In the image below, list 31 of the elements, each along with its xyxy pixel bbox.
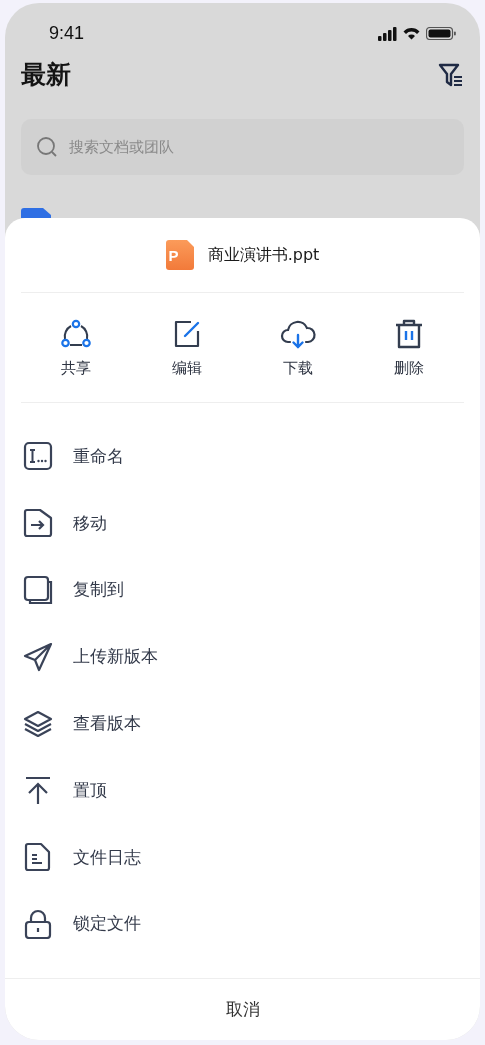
cancel-button[interactable]: 取消: [5, 978, 480, 1040]
copy-icon: [23, 575, 53, 605]
menu-item[interactable]: 移动: [21, 489, 464, 557]
menu-item[interactable]: 复制到: [21, 556, 464, 624]
presentation-file-icon: [165, 240, 194, 270]
action-button[interactable]: 共享: [36, 317, 117, 378]
menu-item[interactable]: 查看版本: [21, 690, 464, 757]
pin-to-top-icon: [23, 775, 53, 806]
layers-icon: [23, 708, 53, 739]
menu-item[interactable]: 上传新版本: [21, 623, 464, 691]
action-button[interactable]: 删除: [368, 317, 449, 378]
lock-icon: [23, 908, 53, 939]
paper-plane-icon: [23, 641, 53, 672]
folder-arrow-icon: [23, 508, 53, 539]
battery-icon: [426, 27, 456, 40]
wifi-icon: [403, 27, 420, 40]
action-button[interactable]: 编辑: [147, 317, 228, 378]
file-name: 商业演讲书.ppt: [207, 244, 320, 266]
menu-item[interactable]: 文件日志: [21, 823, 464, 891]
menu-item[interactable]: 重命名: [21, 423, 464, 490]
page-title: 最新: [21, 59, 71, 91]
action-button[interactable]: 下载: [257, 317, 338, 378]
filter-icon[interactable]: [438, 61, 464, 88]
menu-item[interactable]: 锁定文件: [21, 890, 464, 958]
status-time: 9:41: [49, 23, 85, 44]
signal-icon: [378, 26, 397, 41]
search-field[interactable]: 搜索文档或团队: [21, 119, 464, 175]
menu-item[interactable]: 置顶: [21, 757, 464, 824]
file-type-letter: P: [167, 246, 180, 264]
search-icon: [35, 135, 59, 159]
rename-icon: [23, 441, 53, 472]
